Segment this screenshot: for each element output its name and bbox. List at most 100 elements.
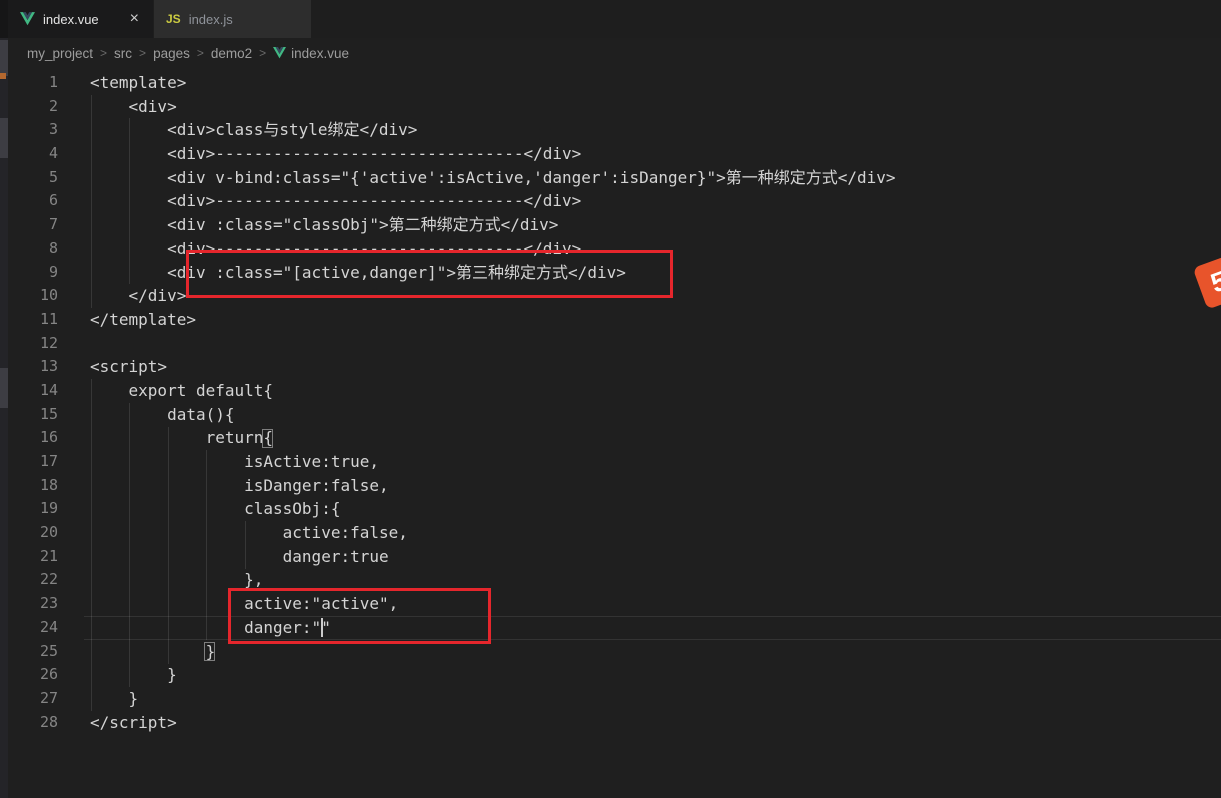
code-line[interactable]: 7 <div :class="classObj">第二种绑定方式</div>: [0, 213, 1221, 237]
tab-index-vue[interactable]: index.vue ×: [8, 0, 153, 38]
tab-index-js[interactable]: JS index.js: [154, 0, 311, 38]
line-number: 7: [0, 213, 58, 237]
code-line[interactable]: 19 classObj:{: [0, 497, 1221, 521]
js-icon: JS: [166, 12, 181, 26]
code-text: data(){: [58, 403, 235, 427]
breadcrumb-item-file[interactable]: index.vue: [273, 46, 349, 61]
code-line[interactable]: 27 }: [0, 687, 1221, 711]
bracket-match-highlight: [204, 642, 215, 661]
vue-logo-icon: [20, 12, 35, 26]
line-number: 23: [0, 592, 58, 616]
vue-logo-icon: [273, 47, 286, 59]
breadcrumb-item-pages[interactable]: pages: [153, 46, 190, 61]
code-text: active:false,: [58, 521, 408, 545]
code-line[interactable]: 1<template>: [0, 71, 1221, 95]
line-number: 26: [0, 663, 58, 687]
chevron-right-icon: >: [259, 46, 266, 60]
line-number: 27: [0, 687, 58, 711]
code-text: isDanger:false,: [58, 474, 389, 498]
chevron-right-icon: >: [100, 46, 107, 60]
line-number: 1: [0, 71, 58, 95]
code-text: <div>: [58, 95, 177, 119]
code-editor[interactable]: 1<template> 2 <div> 3 <div>class与style绑定…: [0, 68, 1221, 798]
activity-bar-item-sliver: [0, 118, 8, 158]
code-line[interactable]: 25 }: [0, 640, 1221, 664]
line-number: 11: [0, 308, 58, 332]
line-number: 13: [0, 355, 58, 379]
line-number: 6: [0, 189, 58, 213]
breadcrumb-item-demo2[interactable]: demo2: [211, 46, 252, 61]
code-lines: 1<template> 2 <div> 3 <div>class与style绑定…: [0, 68, 1221, 734]
line-number: 24: [0, 616, 58, 640]
line-number: 3: [0, 118, 58, 142]
code-line[interactable]: 6 <div>--------------------------------<…: [0, 189, 1221, 213]
code-line[interactable]: 13<script>: [0, 355, 1221, 379]
code-line[interactable]: 16 return{: [0, 426, 1221, 450]
activity-bar-top: [0, 0, 8, 38]
activity-bar-badge-sliver: [0, 73, 6, 79]
code-line[interactable]: 2 <div>: [0, 95, 1221, 119]
breadcrumb-item-src[interactable]: src: [114, 46, 132, 61]
red-annotation-box-line9: [186, 250, 673, 298]
line-number: 18: [0, 474, 58, 498]
line-number: 17: [0, 450, 58, 474]
code-text: <template>: [58, 71, 186, 95]
breadcrumb: my_project > src > pages > demo2 > index…: [8, 38, 1221, 68]
line-number: 28: [0, 711, 58, 735]
code-line[interactable]: 22 },: [0, 568, 1221, 592]
code-line[interactable]: 18 isDanger:false,: [0, 474, 1221, 498]
activity-bar-sliver: [0, 0, 8, 798]
code-line[interactable]: 23 active:"active",: [0, 592, 1221, 616]
line-number: 14: [0, 379, 58, 403]
code-text: danger:true: [58, 545, 389, 569]
chevron-right-icon: >: [139, 46, 146, 60]
chevron-right-icon: >: [197, 46, 204, 60]
code-line[interactable]: 3 <div>class与style绑定</div>: [0, 118, 1221, 142]
red-annotation-box-lines23-24: [228, 588, 491, 644]
line-number: 15: [0, 403, 58, 427]
tab-bar: index.vue × JS index.js: [0, 0, 1221, 38]
code-text: export default{: [58, 379, 273, 403]
code-line[interactable]: 17 isActive:true,: [0, 450, 1221, 474]
line-number: 21: [0, 545, 58, 569]
code-line[interactable]: 12: [0, 332, 1221, 356]
line-number: 4: [0, 142, 58, 166]
code-text: </script>: [58, 711, 177, 735]
line-number: 9: [0, 261, 58, 285]
code-text: return{: [58, 426, 273, 450]
code-text: <script>: [58, 355, 167, 379]
close-icon[interactable]: ×: [128, 11, 141, 27]
tab-label: index.js: [189, 12, 233, 27]
code-line[interactable]: 21 danger:true: [0, 545, 1221, 569]
line-number: 10: [0, 284, 58, 308]
line-number: 2: [0, 95, 58, 119]
code-line[interactable]: 20 active:false,: [0, 521, 1221, 545]
code-line[interactable]: 24 danger:"": [0, 616, 1221, 640]
breadcrumb-item-project[interactable]: my_project: [27, 46, 93, 61]
line-number: 5: [0, 166, 58, 190]
code-line[interactable]: 14 export default{: [0, 379, 1221, 403]
code-line[interactable]: 4 <div>--------------------------------<…: [0, 142, 1221, 166]
code-line[interactable]: 15 data(){: [0, 403, 1221, 427]
line-number: 8: [0, 237, 58, 261]
bracket-match-highlight: [262, 429, 273, 448]
code-line[interactable]: 11</template>: [0, 308, 1221, 332]
html5-logo-number: 5: [1207, 265, 1221, 299]
code-line[interactable]: 26 }: [0, 663, 1221, 687]
code-text: <div :class="classObj">第二种绑定方式</div>: [58, 213, 558, 237]
line-number: 16: [0, 426, 58, 450]
code-text: isActive:true,: [58, 450, 379, 474]
code-text: </div>: [58, 284, 186, 308]
line-number: 25: [0, 640, 58, 664]
line-number: 19: [0, 497, 58, 521]
activity-bar-item-sliver: [0, 368, 8, 408]
breadcrumb-file-label: index.vue: [291, 46, 349, 61]
code-text: <div v-bind:class="{'active':isActive,'d…: [58, 166, 896, 190]
code-text: </template>: [58, 308, 196, 332]
code-text: }: [58, 663, 177, 687]
code-line[interactable]: 28</script>: [0, 711, 1221, 735]
code-text: classObj:{: [58, 497, 340, 521]
code-text: }: [58, 640, 215, 664]
line-number: 12: [0, 332, 58, 356]
code-line[interactable]: 5 <div v-bind:class="{'active':isActive,…: [0, 166, 1221, 190]
